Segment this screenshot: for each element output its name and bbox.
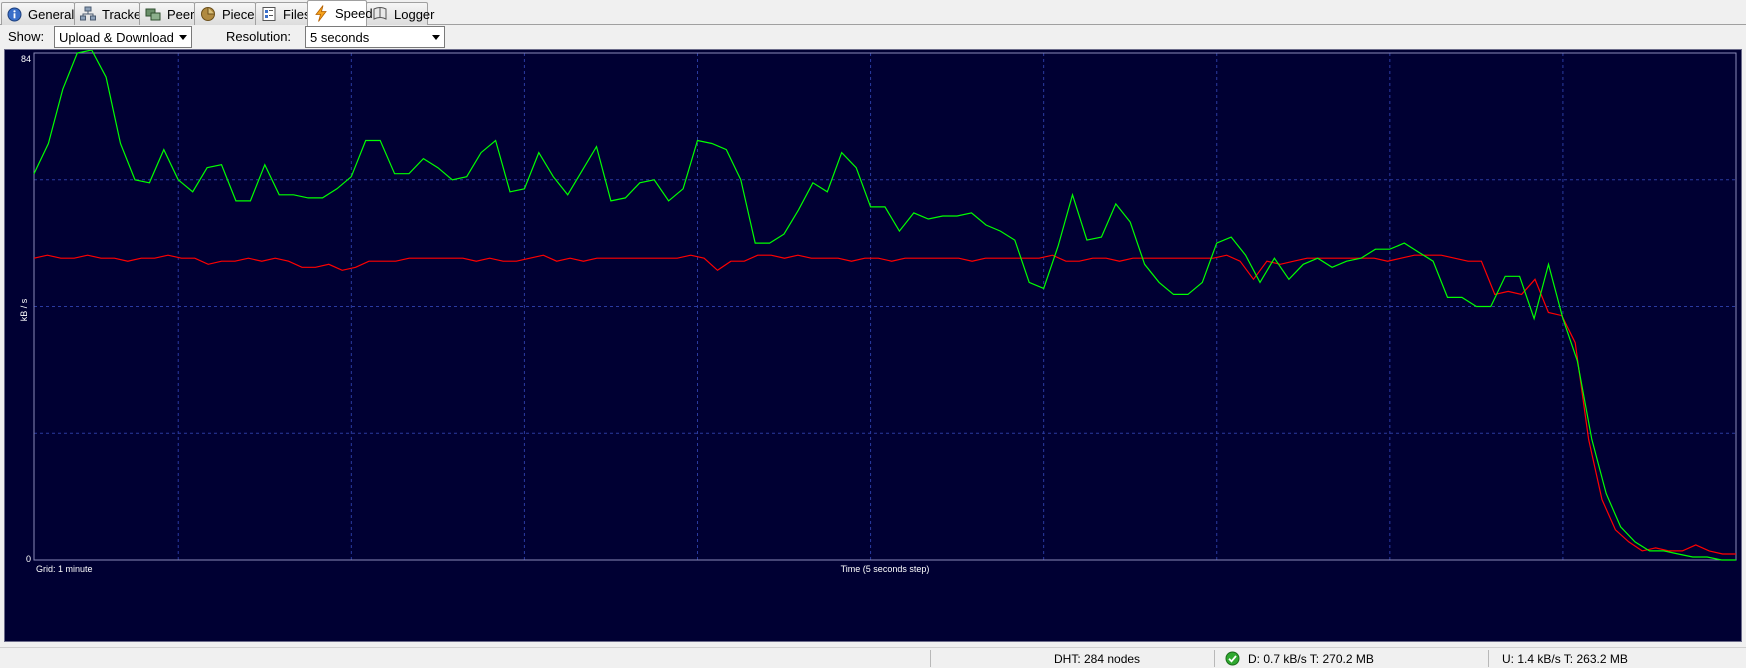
info-icon [7, 6, 22, 23]
pieces-icon [200, 6, 216, 23]
tab-trackers[interactable]: Trackers [74, 2, 152, 25]
download-speed-line [33, 50, 1736, 561]
show-select[interactable]: Upload & Download [54, 26, 192, 48]
show-label: Show: [8, 29, 45, 44]
files-icon [261, 6, 277, 23]
tab-label: Speed [335, 6, 373, 21]
tab-label: General [28, 6, 75, 22]
tab-speed[interactable]: Speed [307, 0, 373, 26]
x-axis-title: Time (5 seconds step) [841, 564, 930, 574]
y-axis-max-label: 84 [21, 54, 31, 64]
chevron-down-icon [179, 35, 187, 40]
tab-peers[interactable]: Peers [139, 2, 201, 25]
upload-speed-line [33, 254, 1736, 555]
tab-label: Logger [394, 6, 435, 22]
y-axis-title: kB / s [19, 298, 29, 321]
tab-files[interactable]: Files [255, 2, 310, 25]
speed-toolbar: Show: Upload & Download Resolution: 5 se… [0, 25, 1746, 49]
grid-interval-label: Grid: 1 minute [36, 564, 93, 574]
status-separator [1488, 650, 1489, 667]
graph-series [33, 50, 1736, 561]
tab-logger[interactable]: Logger [366, 2, 434, 25]
status-separator [930, 650, 931, 667]
upload-status: U: 1.4 kB/s T: 263.2 MB [1502, 652, 1628, 666]
download-status: D: 0.7 kB/s T: 270.2 MB [1248, 652, 1374, 666]
chevron-down-icon [432, 35, 440, 40]
tab-pieces[interactable]: Pieces [194, 2, 261, 25]
speed-graph: 84 0 kB / s Grid: 1 minute Time (5 secon… [4, 49, 1742, 642]
status-separator [1214, 650, 1215, 667]
network-icon [80, 6, 96, 23]
dht-status: DHT: 284 nodes [1054, 652, 1141, 666]
resolution-label: Resolution: [226, 29, 292, 44]
speed-graph-svg: 84 0 kB / s Grid: 1 minute Time (5 secon… [19, 50, 1737, 574]
lightning-icon [313, 5, 329, 22]
show-select-value: Upload & Download [59, 30, 174, 45]
resolution-select[interactable]: 5 seconds [305, 26, 445, 48]
tab-bar: General Trackers Peers Pieces Files Spee… [0, 0, 1746, 26]
resolution-select-value: 5 seconds [310, 30, 370, 45]
connection-ok-icon [1225, 651, 1240, 668]
y-axis-min-label: 0 [26, 554, 31, 564]
status-bar: DHT: 284 nodes D: 0.7 kB/s T: 270.2 MB U… [0, 647, 1746, 668]
logger-icon [372, 6, 388, 23]
tab-general[interactable]: General [1, 2, 75, 25]
peers-icon [145, 6, 161, 23]
